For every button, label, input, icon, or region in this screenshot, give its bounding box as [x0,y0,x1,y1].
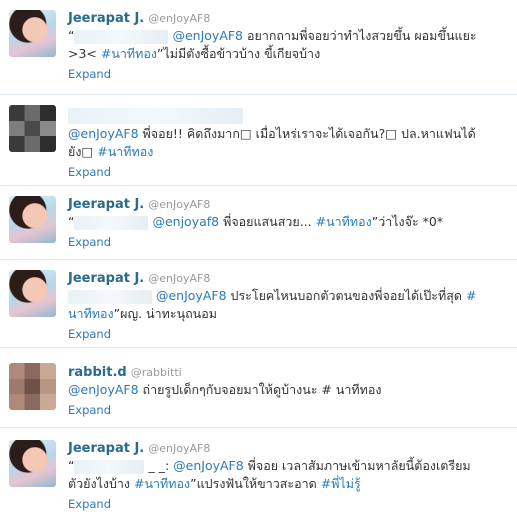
author-handle[interactable]: @enJoyAF8 [148,272,210,285]
mention-link[interactable]: @enJoyAF8 [172,28,243,43]
tweet-text-part: ”ว่าไงจ๊ะ *0* [371,214,444,229]
expand-link[interactable]: Expand [68,164,111,180]
expand-link[interactable]: Expand [68,402,111,418]
author-handle[interactable]: @enJoyAF8 [148,442,210,455]
tweet-item[interactable]: Jeerapat J. @enJoyAF8 “ _ _: @enJoyAF8 พี… [0,428,517,512]
tweet-text: “ _ _: @enJoyAF8 พี่จอย เวลาสัมภาษเข้ามห… [68,457,509,493]
tweet-text-part: อยากถามพี่จอยว่าทำไงสวยขึ้น ผอมขึ้นแยะ [243,28,477,43]
tweet-text: @enJoyAF8 ถ่ายรูปเด็กๆกับจอยมาให้ดูบ้างน… [68,381,509,399]
tweet-header [68,105,509,125]
tweet-text: @enJoyAF8 พี่จอย!! คิดถึงมาก□ เมื่อไหร่เ… [68,125,509,161]
blurred-text [74,459,145,474]
tweet-content: rabbit.d @rabbitti @enJoyAF8 ถ่ายรูปเด็กๆ… [68,361,509,418]
blurred-suffix: _ _: [148,458,170,473]
tweet-header: Jeerapat J. @enJoyAF8 [68,193,509,213]
hashtag-link[interactable]: # [466,288,476,303]
hashtag-link[interactable]: #นาทีทอง [316,214,372,229]
tweet-text-part: ประโยคไหนบอกตัวตนของพี่จอยได้เป๊ะที่สุด [226,288,466,303]
mention-link[interactable]: @enJoyAF8 [68,382,139,397]
tweet-text: @enJoyAF8 ประโยคไหนบอกตัวตนของพี่จอยได้เ… [68,287,509,323]
tweet-content: Jeerapat J. @enJoyAF8 “ @enjoyaf8 พี่จอยแ… [68,193,509,250]
tweet-header: Jeerapat J. @enJoyAF8 [68,437,509,457]
tweet-header: Jeerapat J. @enJoyAF8 [68,267,509,287]
hashtag-link[interactable]: นาทีทอง [68,306,114,321]
blurred-text [74,29,169,44]
tweet-item[interactable]: @enJoyAF8 พี่จอย!! คิดถึงมาก□ เมื่อไหร่เ… [0,95,517,186]
tweet-text-part: พี่จอย!! คิดถึงมาก□ เมื่อไหร่เราจะได้เจอ… [138,126,476,141]
tweet-text: “ @enjoyaf8 พี่จอยแสนสวย... #นาทีทอง”ว่า… [68,213,509,231]
tweet-content: @enJoyAF8 พี่จอย!! คิดถึงมาก□ เมื่อไหร่เ… [68,105,509,180]
avatar[interactable] [9,10,56,57]
blurred-name [68,107,243,124]
expand-link[interactable]: Expand [68,234,111,250]
mention-link[interactable]: @enJoyAF8 [173,458,244,473]
tweet-content: Jeerapat J. @enJoyAF8 “ @enJoyAF8 อยากถาม… [68,7,509,82]
tweet-text-part: พี่จอย เวลาสัมภาษเข้ามหาลัยนี้ต้องเตรียม [243,458,471,473]
mention-link[interactable]: @enJoyAF8 [68,126,139,141]
expand-link[interactable]: Expand [68,326,111,342]
author-name[interactable]: Jeerapat J. [68,441,144,456]
hashtag-link[interactable]: #นาทีทอง [101,46,157,61]
tweet-item[interactable]: Jeerapat J. @enJoyAF8 “ @enjoyaf8 พี่จอยแ… [0,186,517,260]
tweet-content: Jeerapat J. @enJoyAF8 @enJoyAF8 ประโยคไหน… [68,267,509,342]
tweet-text-part: พี่จอยแสนสวย... [219,214,316,229]
tweet-content: Jeerapat J. @enJoyAF8 “ _ _: @enJoyAF8 พี… [68,437,509,512]
tweet-text-part: >3< [68,46,101,61]
tweet-text-part: ยัง□ [68,144,98,159]
avatar[interactable] [9,440,56,487]
hashtag-link[interactable]: #พี่ไม่รู้ [321,476,361,491]
author-handle[interactable]: @rabbitti [131,366,182,379]
author-name[interactable]: Jeerapat J. [68,11,144,26]
avatar[interactable] [9,105,56,152]
author-name[interactable]: rabbit.d [68,365,127,380]
mention-link[interactable]: @enjoyaf8 [152,214,219,229]
tweet-text-part: ”แปรงฟันให้ขาวสะอาด [190,476,321,491]
tweet-item[interactable]: Jeerapat J. @enJoyAF8 “ @enJoyAF8 อยากถาม… [0,0,517,95]
tweet-text-part: ”ผญ. น่าทะนุถนอม [113,306,217,321]
hashtag-link[interactable]: #นาทีทอง [97,144,153,159]
author-name[interactable]: Jeerapat J. [68,271,144,286]
avatar[interactable] [9,363,56,410]
tweet-text-part: ตัวยังไงบ้าง [68,476,134,491]
tweet-timeline: Jeerapat J. @enJoyAF8 “ @enJoyAF8 อยากถาม… [0,0,517,512]
tweet-text-part: ”ไม่มีตังซื้อข้าวบ้าง ขี้เกียจบ้าง [157,46,321,61]
tweet-item[interactable]: Jeerapat J. @enJoyAF8 @enJoyAF8 ประโยคไหน… [0,260,517,348]
author-handle[interactable]: @enJoyAF8 [148,198,210,211]
tweet-item[interactable]: rabbit.d @rabbitti @enJoyAF8 ถ่ายรูปเด็กๆ… [0,348,517,428]
tweet-header: rabbit.d @rabbitti [68,361,509,381]
author-name[interactable]: Jeerapat J. [68,197,144,212]
tweet-text: “ @enJoyAF8 อยากถามพี่จอยว่าทำไงสวยขึ้น … [68,27,509,63]
avatar[interactable] [9,270,56,317]
blurred-text [68,289,152,304]
mention-link[interactable]: @enJoyAF8 [156,288,227,303]
blurred-text [74,215,149,230]
expand-link[interactable]: Expand [68,496,111,512]
tweet-text-part: ถ่ายรูปเด็กๆกับจอยมาให้ดูบ้างนะ # นาทีทอ… [138,382,382,397]
author-handle[interactable]: @enJoyAF8 [148,12,210,25]
avatar[interactable] [9,196,56,243]
expand-link[interactable]: Expand [68,66,111,82]
hashtag-link[interactable]: #นาทีทอง [134,476,190,491]
tweet-header: Jeerapat J. @enJoyAF8 [68,7,509,27]
